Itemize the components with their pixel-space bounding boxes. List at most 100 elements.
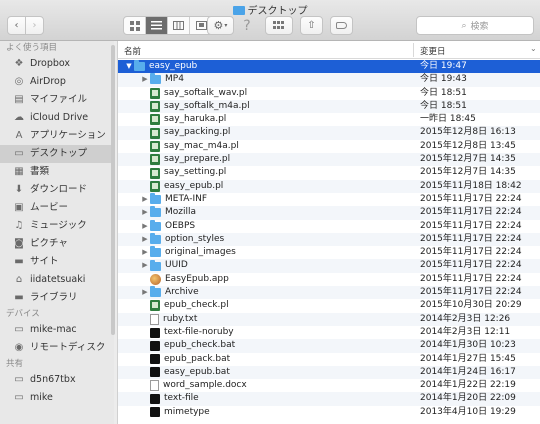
list-icon xyxy=(151,21,162,30)
text-file-icon xyxy=(150,313,159,325)
view-mode-selector xyxy=(123,16,213,35)
file-name: say_softalk_m4a.pl xyxy=(164,100,250,111)
disclosure-closed-icon[interactable]: ▶ xyxy=(140,233,150,246)
file-row[interactable]: ▶ Mozilla 2015年11月17日 22:24 xyxy=(118,206,540,220)
sidebar-item[interactable]: ⌂ iidatetsuaki xyxy=(0,271,114,289)
file-row[interactable]: easy_epub.pl 2015年11月18日 18:42 xyxy=(118,179,540,193)
file-date: 今日 18:51 xyxy=(420,100,467,111)
sidebar-item[interactable]: ▭ デスクトップ xyxy=(0,145,114,163)
sidebar-item[interactable]: ◙ ピクチャ xyxy=(0,235,114,253)
sidebar-item[interactable]: ❖ Dropbox xyxy=(0,55,114,73)
column-date-header[interactable]: 変更日 xyxy=(420,45,446,57)
tags-button[interactable] xyxy=(330,16,353,35)
file-row[interactable]: mimetype 2013年4月10日 19:29 xyxy=(118,406,540,419)
file-date: 2015年11月18日 18:42 xyxy=(420,180,522,191)
file-row[interactable]: epub_pack.bat 2014年1月27日 15:45 xyxy=(118,353,540,366)
list-view-button[interactable] xyxy=(146,17,168,34)
file-date: 2015年11月17日 22:24 xyxy=(420,260,522,271)
file-row[interactable]: epub_check.pl 2015年10月30日 20:29 xyxy=(118,299,540,312)
sidebar-item[interactable]: ▭ d5n67tbx xyxy=(0,371,114,389)
file-row[interactable]: text-file-noruby 2014年2月3日 12:11 xyxy=(118,326,540,339)
sidebar-item[interactable]: ▭ mike xyxy=(0,389,114,407)
disclosure-closed-icon[interactable]: ▶ xyxy=(140,220,150,233)
forward-button[interactable]: › xyxy=(25,16,44,35)
sidebar-item[interactable]: ▤ マイファイル xyxy=(0,91,114,109)
column-name-header[interactable]: 名前 xyxy=(124,45,141,57)
column-view-button[interactable] xyxy=(168,17,190,34)
sidebar-item[interactable]: ☁ iCloud Drive xyxy=(0,109,114,127)
cloud-icon: ☁ xyxy=(14,112,24,123)
pictures-icon: ◙ xyxy=(14,238,24,249)
file-row[interactable]: say_setting.pl 2015年12月7日 14:35 xyxy=(118,166,540,179)
file-row[interactable]: text-file 2014年1月20日 22:09 xyxy=(118,392,540,406)
file-row[interactable]: say_softalk_wav.pl 今日 18:51 xyxy=(118,87,540,100)
disclosure-closed-icon[interactable]: ▶ xyxy=(140,259,150,272)
arrange-button[interactable] xyxy=(265,16,293,35)
file-date: 2014年1月30日 10:23 xyxy=(420,340,516,351)
share-button[interactable]: ⇧ xyxy=(300,16,323,35)
file-row[interactable]: ▶ MP4 今日 19:43 xyxy=(118,73,540,87)
perl-script-icon xyxy=(150,167,160,179)
file-row[interactable]: epub_check.bat 2014年1月30日 10:23 xyxy=(118,339,540,353)
disclosure-closed-icon[interactable]: ▶ xyxy=(140,206,150,219)
arrange-grid-icon xyxy=(273,21,284,29)
file-row[interactable]: ▶ OEBPS 2015年11月17日 22:24 xyxy=(118,219,540,233)
sidebar-item[interactable]: ▦ 書類 xyxy=(0,163,114,181)
window-title: デスクトップ xyxy=(0,2,540,17)
sidebar-item-label: デスクトップ xyxy=(30,148,88,159)
file-row[interactable]: say_mac_m4a.pl 2015年12月8日 13:45 xyxy=(118,140,540,153)
share-icon: ⇧ xyxy=(307,20,316,31)
file-date: 今日 18:51 xyxy=(420,87,467,98)
file-row[interactable]: ruby.txt 2014年2月3日 12:26 xyxy=(118,312,540,326)
file-name: META-INF xyxy=(165,193,208,204)
executable-file-icon xyxy=(150,354,160,365)
sidebar-item[interactable]: ▣ ムービー xyxy=(0,199,114,217)
file-row[interactable]: say_packing.pl 2015年12月8日 16:13 xyxy=(118,126,540,140)
sidebar-item[interactable]: ▬ ライブラリ xyxy=(0,289,114,307)
quicklook-button[interactable]: ? xyxy=(240,16,254,35)
icon-view-button[interactable] xyxy=(124,17,146,34)
search-input[interactable]: ⌕ 検索 xyxy=(416,16,534,35)
sidebar-scrollbar[interactable] xyxy=(110,41,116,341)
file-row[interactable]: ▶ Archive 2015年11月17日 22:24 xyxy=(118,286,540,300)
file-name: say_setting.pl xyxy=(164,167,227,178)
folder-icon xyxy=(150,73,161,85)
file-rows: ▼ easy_epub 今日 19:47 ▶ MP4 今日 19:43 say_softal… xyxy=(118,60,540,419)
disclosure-closed-icon[interactable]: ▶ xyxy=(140,246,150,259)
disclosure-closed-icon[interactable]: ▶ xyxy=(140,286,150,299)
file-name: say_haruka.pl xyxy=(164,114,227,125)
sidebar-item-label: iCloud Drive xyxy=(30,112,89,123)
sidebar-item[interactable]: ◉ リモートディスク xyxy=(0,339,114,357)
toolbar: デスクトップ ‹ › ⚙ ▾ ? ⇧ ⌕ 検索 xyxy=(0,0,540,41)
file-row[interactable]: ▶ META-INF 2015年11月17日 22:24 xyxy=(118,193,540,206)
file-row[interactable]: EasyEpub.app 2015年11月17日 22:24 xyxy=(118,273,540,286)
disclosure-closed-icon[interactable]: ▶ xyxy=(140,73,150,86)
file-row[interactable]: ▼ easy_epub 今日 19:47 xyxy=(118,60,540,74)
document-icon xyxy=(150,380,159,392)
file-name: epub_check.pl xyxy=(164,300,229,311)
sidebar-item[interactable]: ▬ サイト xyxy=(0,253,114,271)
file-row[interactable]: word_sample.docx 2014年1月22日 22:19 xyxy=(118,379,540,392)
sidebar-item-label: ミュージック xyxy=(30,220,87,231)
file-name: easy_epub xyxy=(149,61,198,71)
file-row[interactable]: say_softalk_m4a.pl 今日 18:51 xyxy=(118,99,540,114)
file-date: 2015年11月17日 22:24 xyxy=(420,287,522,298)
sidebar-item[interactable]: A アプリケーション xyxy=(0,127,114,145)
file-row[interactable]: ▶ option_styles 2015年11月17日 22:24 xyxy=(118,232,540,247)
file-row[interactable]: say_prepare.pl 2015年12月7日 14:35 xyxy=(118,153,540,167)
action-button[interactable]: ⚙ ▾ xyxy=(207,16,234,35)
sidebar-item[interactable]: ▭ mike-mac xyxy=(0,321,114,339)
file-row[interactable]: ▶ UUID 2015年11月17日 22:24 xyxy=(118,259,540,273)
file-row[interactable]: say_haruka.pl 一昨日 18:45 xyxy=(118,113,540,126)
sidebar-item[interactable]: ◎ AirDrop xyxy=(0,73,114,91)
sidebar-item[interactable]: ♫ ミュージック xyxy=(0,217,114,235)
file-name: EasyEpub.app xyxy=(165,273,229,284)
back-button[interactable]: ‹ xyxy=(7,16,26,35)
disclosure-closed-icon[interactable]: ▶ xyxy=(140,193,150,206)
file-date: 2014年2月3日 12:11 xyxy=(420,326,511,337)
file-date: 2015年10月30日 20:29 xyxy=(420,300,522,311)
file-row[interactable]: ▶ original_images 2015年11月17日 22:24 xyxy=(118,246,540,259)
sidebar-item[interactable]: ⬇ ダウンロード xyxy=(0,181,114,199)
disclosure-open-icon[interactable]: ▼ xyxy=(124,60,134,73)
file-row[interactable]: easy_epub.bat 2014年1月24日 16:17 xyxy=(118,365,540,380)
